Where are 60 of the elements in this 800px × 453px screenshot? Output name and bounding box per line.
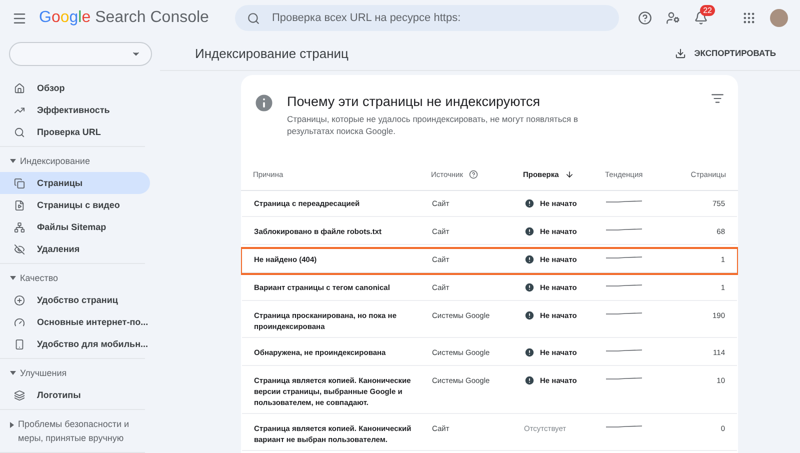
sort-arrow-icon xyxy=(564,170,574,178)
nav-item[interactable]: Файлы Sitemap xyxy=(0,216,145,238)
notification-count: 22 xyxy=(700,5,715,16)
search-icon xyxy=(14,126,25,138)
alert-icon xyxy=(524,254,535,265)
trend-sparkline xyxy=(606,310,642,316)
card-description: Страницы, которые не удалось проиндексировать, не могут появляться в результатах поиска Google. xyxy=(287,113,579,137)
nav-item[interactable]: Удобство страниц xyxy=(0,289,145,311)
filter-icon[interactable] xyxy=(711,92,724,105)
avatar[interactable] xyxy=(770,9,788,27)
nav-item[interactable]: Проверка URL xyxy=(0,121,145,143)
nav-item[interactable]: Страницы xyxy=(0,172,150,194)
phone-icon xyxy=(14,338,25,350)
pages-icon xyxy=(14,178,25,188)
layers-icon xyxy=(14,390,25,400)
apps-icon[interactable] xyxy=(742,11,756,25)
section-header[interactable]: Улучшения xyxy=(0,362,145,384)
menu-icon[interactable] xyxy=(12,10,27,26)
bell-icon[interactable] xyxy=(694,11,708,25)
section-header[interactable]: Проблемы безопасности и меры, принятые вручную xyxy=(0,413,145,449)
search-icon xyxy=(246,12,260,24)
trend-sparkline xyxy=(606,375,642,381)
eye-off-icon xyxy=(14,244,25,254)
home-icon xyxy=(14,82,25,94)
trend-sparkline xyxy=(606,347,642,353)
nav-item[interactable]: Обзор xyxy=(0,77,145,99)
sitemap-icon xyxy=(14,222,25,232)
trend-sparkline xyxy=(606,423,642,429)
logo[interactable]: Google Search Console xyxy=(39,8,209,28)
nav-item[interactable]: Страницы с видео xyxy=(0,194,145,216)
alert-icon xyxy=(524,282,535,293)
alert-icon xyxy=(524,375,535,386)
trend-sparkline xyxy=(606,254,642,260)
alert-icon xyxy=(524,347,535,358)
trend-sparkline xyxy=(606,282,642,288)
plus-circle-icon xyxy=(14,294,25,306)
alert-icon xyxy=(524,198,535,209)
trend-sparkline xyxy=(606,198,642,204)
alert-icon xyxy=(524,310,535,321)
trend-sparkline xyxy=(606,226,642,232)
gauge-icon xyxy=(14,316,25,328)
nav-item[interactable]: Логотипы xyxy=(0,384,145,406)
section-header[interactable]: Индексирование xyxy=(0,150,145,172)
info-icon xyxy=(253,92,275,114)
nav-item[interactable]: Основные интернет-по... xyxy=(0,311,145,333)
help-icon[interactable] xyxy=(638,11,652,25)
search-field[interactable]: Проверка всех URL на ресурсе https: xyxy=(270,11,607,25)
nav-item[interactable]: Эффективность xyxy=(0,99,145,121)
user-settings-icon[interactable] xyxy=(666,11,680,25)
card-title: Почему эти страницы не индексируются xyxy=(287,94,542,109)
search-bar[interactable]: Проверка всех URL на ресурсе https: xyxy=(234,5,619,31)
page-title: Индексирование страниц xyxy=(195,46,348,60)
section-header[interactable]: Качество xyxy=(0,267,145,289)
help-icon[interactable] xyxy=(469,170,478,178)
video-page-icon xyxy=(14,200,25,210)
download-icon xyxy=(675,48,686,58)
export-button[interactable]: ЭКСПОРТИРОВАТЬ xyxy=(669,46,782,60)
nav-item[interactable]: Удаления xyxy=(0,238,145,260)
alert-icon xyxy=(524,226,535,237)
nav-item[interactable]: Удобство для мобильн... xyxy=(0,333,145,355)
